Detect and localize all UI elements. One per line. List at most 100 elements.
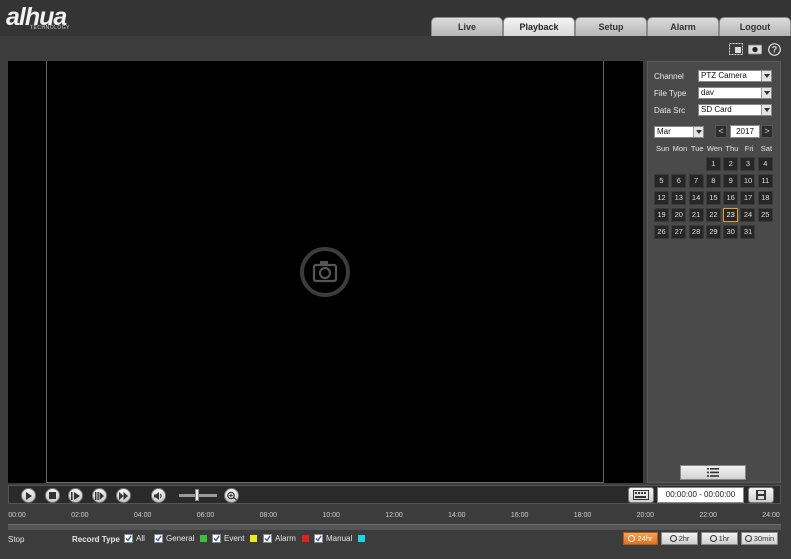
record-type-label-text: General xyxy=(166,534,195,543)
calendar-day[interactable]: 29 xyxy=(705,225,721,239)
calendar-day[interactable]: 4 xyxy=(757,157,773,171)
checkbox-manual[interactable] xyxy=(314,534,323,543)
stop-button[interactable] xyxy=(45,488,60,503)
calendar-day[interactable]: 18 xyxy=(757,191,773,205)
zoom-button[interactable] xyxy=(224,488,239,503)
calendar-day[interactable]: 30 xyxy=(723,225,739,239)
record-icon[interactable] xyxy=(748,43,762,55)
camera-icon xyxy=(300,247,350,297)
calendar-day[interactable]: 15 xyxy=(705,191,721,205)
tab-setup[interactable]: Setup xyxy=(575,17,647,36)
tab-alarm[interactable]: Alarm xyxy=(647,17,719,36)
calendar-day[interactable]: 5 xyxy=(654,174,669,188)
calendar-day[interactable]: 16 xyxy=(723,191,739,205)
record-type-color-swatch xyxy=(301,535,309,542)
calendar-day[interactable]: 20 xyxy=(671,208,687,222)
checkbox-general[interactable] xyxy=(154,534,163,543)
calendar-day[interactable]: 7 xyxy=(688,174,704,188)
calendar-day[interactable]: 17 xyxy=(740,191,756,205)
data-src-select[interactable]: SD Card xyxy=(698,104,772,116)
record-type-general: General xyxy=(154,534,208,543)
check-icon xyxy=(315,535,322,542)
checkbox-alarm[interactable] xyxy=(263,534,272,543)
tab-playback[interactable]: Playback xyxy=(503,17,575,36)
weekday-label: Thu xyxy=(725,144,739,153)
next-frame-button[interactable] xyxy=(68,488,83,503)
weekday-label: Tue xyxy=(690,144,704,153)
calendar-day[interactable]: 11 xyxy=(757,174,773,188)
calendar-day[interactable]: 1 xyxy=(705,157,721,171)
check-icon xyxy=(125,535,132,542)
month-value: Mar xyxy=(657,127,671,136)
data-src-value: SD Card xyxy=(701,105,732,114)
check-icon xyxy=(264,535,271,542)
timeline-tick-label: 06:00 xyxy=(196,512,215,519)
timeline[interactable]: 00:00 02:00 04:00 06:00 08:00 10:00 12:00 14:00… xyxy=(0,506,791,531)
calendar-day[interactable]: 25 xyxy=(757,208,773,222)
slow-button[interactable] xyxy=(92,488,107,503)
timeline-tick-label: 20:00 xyxy=(636,512,655,519)
calendar-day[interactable]: 2 xyxy=(723,157,739,171)
record-type-label-text: Alarm xyxy=(275,534,296,543)
calendar-day[interactable]: 6 xyxy=(671,174,687,188)
check-icon xyxy=(155,535,162,542)
timeline-bar[interactable] xyxy=(8,524,781,530)
weekday-label: Wen xyxy=(706,144,723,153)
calendar-empty-cell xyxy=(671,157,686,171)
calendar-day[interactable]: 13 xyxy=(671,191,687,205)
calendar-day[interactable]: 31 xyxy=(740,225,756,239)
save-button[interactable] xyxy=(748,487,774,503)
calendar-day[interactable]: 3 xyxy=(740,157,756,171)
file-type-select[interactable]: dav xyxy=(698,87,772,99)
calendar-day[interactable]: 26 xyxy=(654,225,669,239)
calendar-day-selected[interactable]: 23 xyxy=(723,208,739,222)
timeline-tick-label: 24:00 xyxy=(762,512,780,519)
calendar-day[interactable]: 12 xyxy=(654,191,669,205)
chevron-down-icon xyxy=(761,71,771,81)
month-select[interactable]: Mar xyxy=(654,126,704,138)
record-type-alarm: Alarm xyxy=(263,534,309,543)
clip-icon xyxy=(633,490,649,500)
weekday-label: Sat xyxy=(760,144,773,153)
checkbox-all[interactable] xyxy=(124,534,133,543)
year-field[interactable]: 2017 xyxy=(730,125,760,138)
help-icon[interactable]: ? xyxy=(767,42,781,56)
clip-button[interactable] xyxy=(628,487,654,503)
slow-icon xyxy=(95,491,104,500)
calendar-day[interactable]: 14 xyxy=(688,191,704,205)
bottom-bar: Stop Record Type All General Event Alarm Man… xyxy=(0,531,791,549)
zoom-24hr-button[interactable]: 24hr xyxy=(623,532,658,545)
tab-live[interactable]: Live xyxy=(431,17,503,36)
window-icon[interactable] xyxy=(729,43,743,55)
next-year-button[interactable]: > xyxy=(761,125,773,138)
video-area[interactable] xyxy=(8,61,643,483)
calendar-day[interactable]: 28 xyxy=(688,225,704,239)
list-icon xyxy=(707,468,719,477)
prev-year-button[interactable]: < xyxy=(715,125,727,138)
calendar-day[interactable]: 8 xyxy=(705,174,721,188)
calendar-day[interactable]: 27 xyxy=(671,225,687,239)
volume-slider-handle[interactable] xyxy=(195,489,199,501)
calendar-day[interactable]: 21 xyxy=(688,208,704,222)
header: alhua TECHNOLOGY Live Playback Setup Ala… xyxy=(0,0,791,36)
fast-forward-button[interactable] xyxy=(116,488,131,503)
file-list-button[interactable] xyxy=(680,465,746,480)
tab-logout[interactable]: Logout xyxy=(719,17,791,36)
calendar-day[interactable]: 19 xyxy=(654,208,669,222)
volume-button[interactable] xyxy=(151,488,166,503)
zoom-label: 24hr xyxy=(637,534,653,543)
checkbox-event[interactable] xyxy=(212,534,221,543)
timeline-tick-label: 08:00 xyxy=(259,512,278,519)
play-button[interactable] xyxy=(21,488,36,503)
record-type-label-text: All xyxy=(136,534,145,543)
calendar-day[interactable]: 24 xyxy=(740,208,756,222)
clock-icon xyxy=(669,535,677,542)
zoom-2hr-button[interactable]: 2hr xyxy=(661,532,698,545)
zoom-30min-button[interactable]: 30min xyxy=(741,532,778,545)
fast-forward-icon xyxy=(119,491,128,500)
calendar-day[interactable]: 10 xyxy=(740,174,756,188)
calendar-day[interactable]: 22 xyxy=(705,208,721,222)
zoom-1hr-button[interactable]: 1hr xyxy=(701,532,738,545)
calendar-day[interactable]: 9 xyxy=(723,174,739,188)
channel-select[interactable]: PTZ Camera xyxy=(698,70,772,82)
